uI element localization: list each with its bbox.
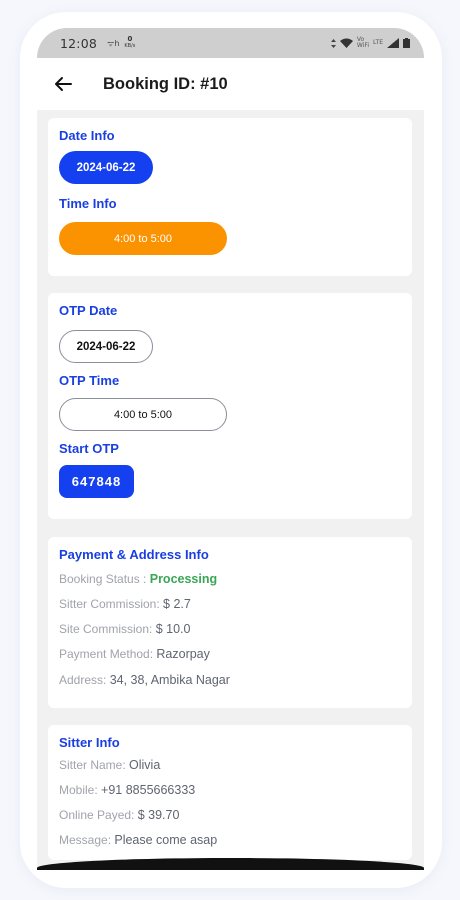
start-otp-value: 647848 xyxy=(59,465,134,498)
status-badge: Processing xyxy=(149,572,218,586)
online-payed-value: $ 39.70 xyxy=(137,808,180,822)
address-label: Address: xyxy=(59,673,110,687)
time-info-label: Time Info xyxy=(59,196,117,211)
address-row: Address: 34, 38, Ambika Nagar xyxy=(59,673,230,688)
wifi-icon xyxy=(339,38,353,48)
data-arrows-icon xyxy=(330,38,336,48)
sitter-info-card: Sitter Info Sitter Name: Olivia Mobile: … xyxy=(48,725,412,860)
signal-icon xyxy=(387,38,399,48)
date-info-label: Date Info xyxy=(59,128,115,143)
online-payed-label: Online Payed: xyxy=(59,808,138,822)
sitter-name-value: Olivia xyxy=(129,758,161,772)
payment-address-card: Payment & Address Info Booking Status : … xyxy=(48,537,412,708)
sitter-commission-label: Sitter Commission: xyxy=(59,597,164,611)
status-bar: 12:08 ᯤh 0 KB/s Vo WiFi LTE xyxy=(37,28,424,58)
lte-label: LTE xyxy=(373,39,383,46)
mobile-label: Mobile: xyxy=(59,783,102,797)
network-speed-unit: KB/s xyxy=(124,43,136,49)
site-commission-row: Site Commission: $ 10.0 xyxy=(59,622,190,637)
sitter-name-row: Sitter Name: Olivia xyxy=(59,758,160,773)
message-row: Message: Please come asap xyxy=(59,833,217,848)
address-value: 34, 38, Ambika Nagar xyxy=(109,673,230,687)
online-payed-row: Online Payed: $ 39.70 xyxy=(59,808,179,823)
message-value: Please come asap xyxy=(114,833,218,847)
mobile-row: Mobile: +91 8855666333 xyxy=(59,783,195,798)
sitter-name-label: Sitter Name: xyxy=(59,758,130,772)
otp-date-pill: 2024-06-22 xyxy=(59,330,153,363)
date-value-pill: 2024-06-22 xyxy=(59,151,153,184)
otp-date-label: OTP Date xyxy=(59,303,118,318)
network-speed: 0 KB/s xyxy=(124,36,135,50)
app-bar: Booking ID: #10 xyxy=(37,58,424,110)
booking-status-row: Booking Status : Processing xyxy=(59,572,217,587)
date-info-card: Date Info 2024-06-22 Time Info 4:00 to 5… xyxy=(48,118,412,276)
wifi-label: Vo WiFi xyxy=(357,37,369,49)
payment-section-title: Payment & Address Info xyxy=(59,547,209,562)
site-commission-value: $ 10.0 xyxy=(155,622,191,636)
booking-status-label: Booking Status : xyxy=(59,572,150,586)
mobile-value: +91 8855666333 xyxy=(101,783,196,797)
wifi-label-bottom: WiFi xyxy=(356,42,370,49)
sitter-commission-value: $ 2.7 xyxy=(163,597,191,611)
message-label: Message: xyxy=(59,833,115,847)
network-speed-value: 0 xyxy=(127,35,133,43)
sitter-commission-row: Sitter Commission: $ 2.7 xyxy=(59,597,191,612)
time-value-pill: 4:00 to 5:00 xyxy=(59,222,227,255)
sitter-section-title: Sitter Info xyxy=(59,735,120,750)
otp-info-card: OTP Date 2024-06-22 OTP Time 4:00 to 5:0… xyxy=(48,293,412,519)
payment-method-value: Razorpay xyxy=(156,647,210,661)
status-time: 12:08 xyxy=(60,35,98,51)
battery-icon xyxy=(403,38,410,48)
otp-time-label: OTP Time xyxy=(59,373,120,388)
payment-method-row: Payment Method: Razorpay xyxy=(59,647,210,662)
site-commission-label: Site Commission: xyxy=(59,622,156,636)
status-icons: Vo WiFi LTE xyxy=(330,37,410,49)
back-arrow-icon[interactable] xyxy=(53,74,73,94)
network-icon: ᯤh xyxy=(107,38,120,48)
otp-time-pill: 4:00 to 5:00 xyxy=(59,398,227,431)
payment-method-label: Payment Method: xyxy=(59,647,157,661)
start-otp-label: Start OTP xyxy=(59,441,119,456)
page-title: Booking ID: #10 xyxy=(103,74,228,93)
